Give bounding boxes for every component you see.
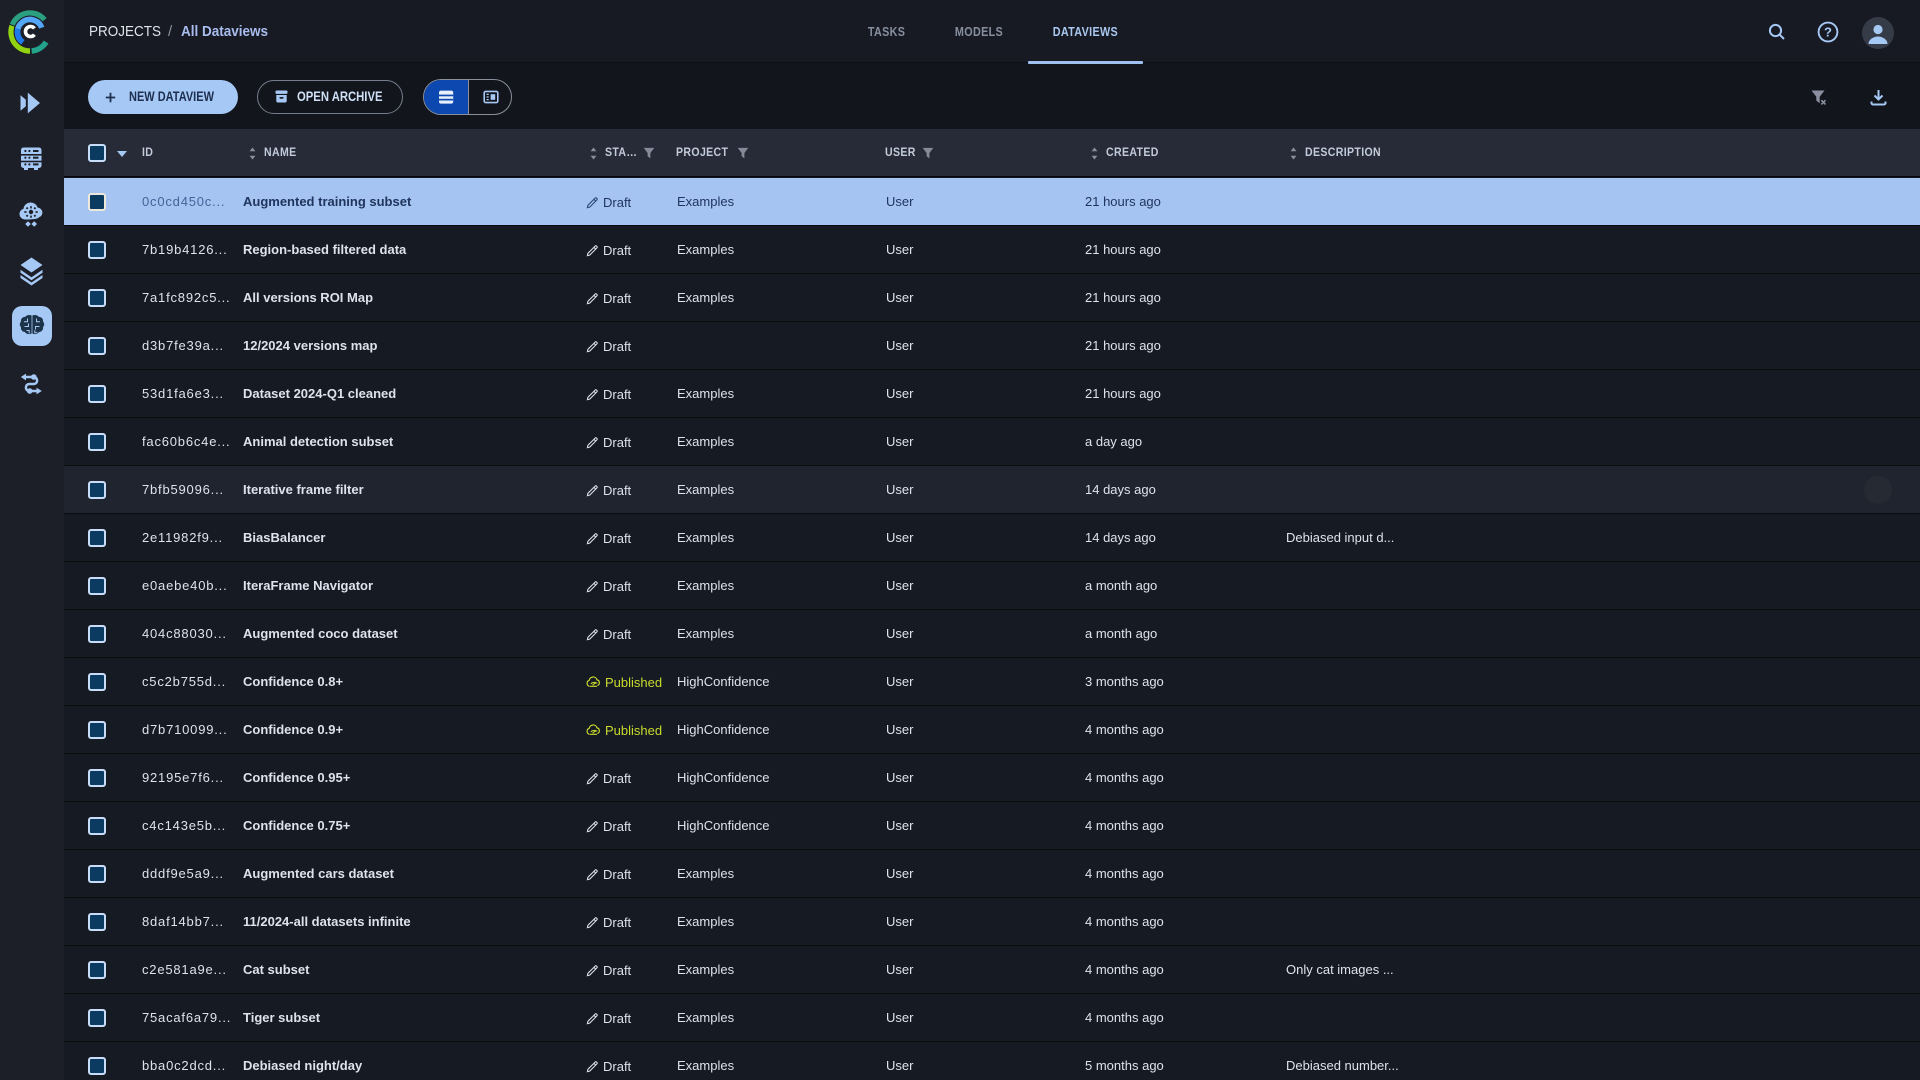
svg-text:?: ? (1824, 24, 1832, 39)
